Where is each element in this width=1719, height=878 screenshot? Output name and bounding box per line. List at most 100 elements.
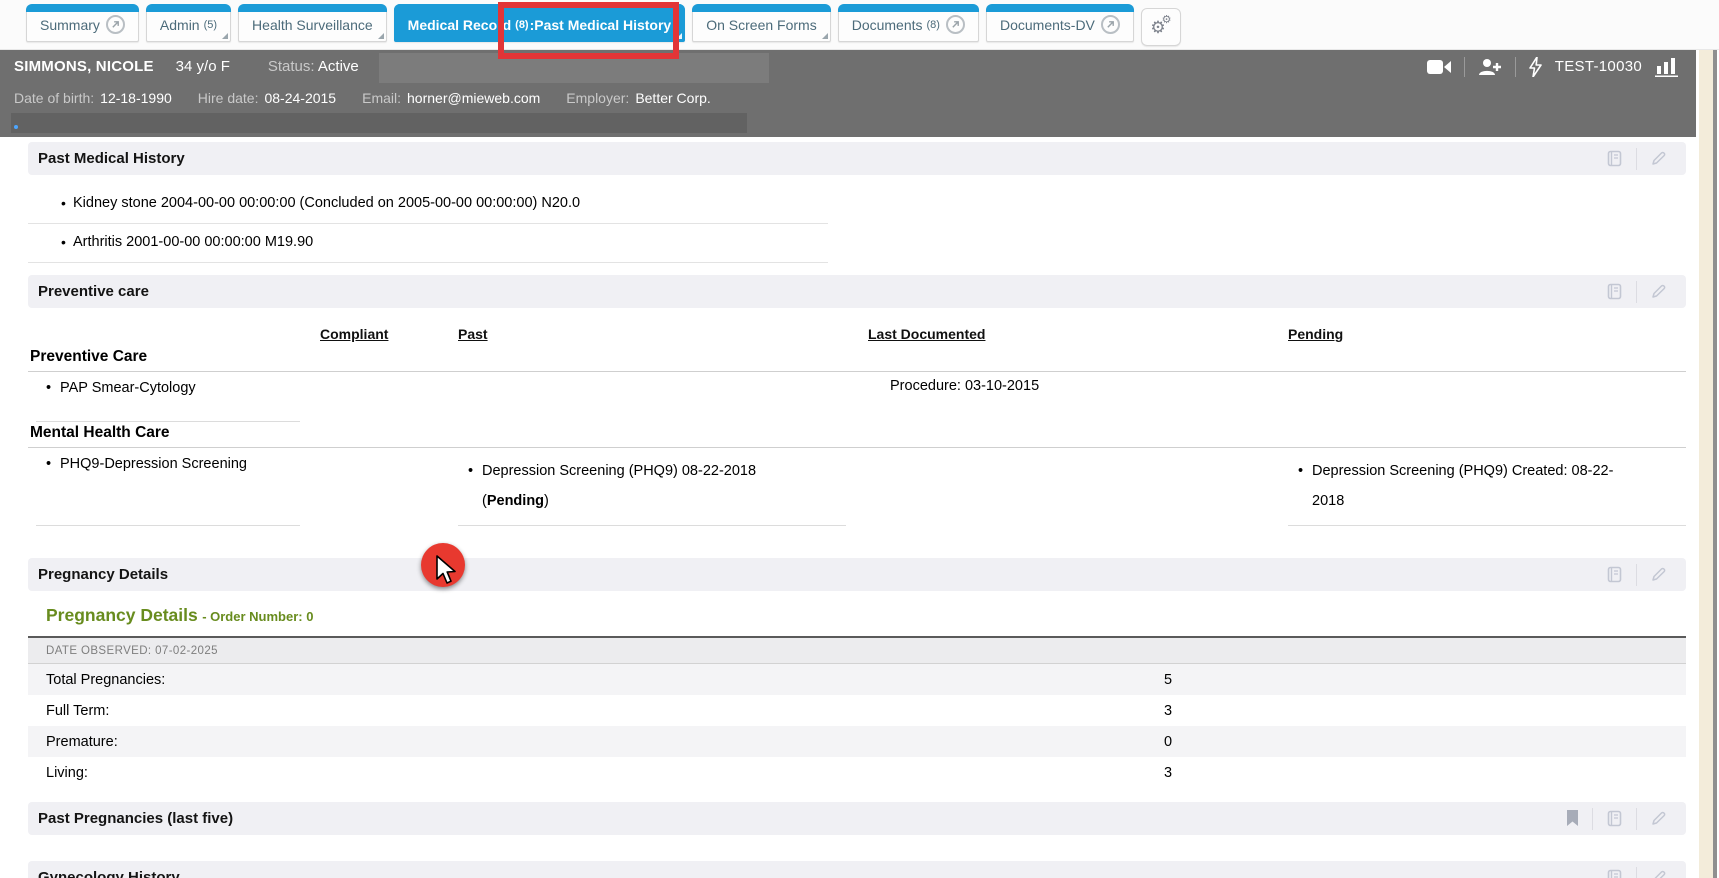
pc-item-phq9: PHQ9-Depression Screening [36, 456, 300, 526]
pc-cell-pending: Depression Screening (PHQ9) Created: 08-… [1288, 456, 1686, 526]
column-header-pending: Pending [1288, 326, 1686, 346]
section-title: Past Pregnancies (last five) [38, 810, 233, 827]
row-label: Premature: [46, 734, 1164, 750]
column-header-item [28, 326, 320, 346]
pmh-item: Kidney stone 2004-00-00 00:00:00 (Conclu… [28, 185, 828, 224]
pc-cell-last-documented [868, 448, 1288, 526]
status-label: Status: [268, 58, 315, 75]
pc-cell-compliant [320, 372, 458, 422]
pc-cell-past: Depression Screening (PHQ9) 08-22-2018 (… [458, 456, 846, 526]
row-value: 3 [1164, 765, 1686, 781]
scrollbar[interactable] [1696, 50, 1719, 878]
tab-medical-record-active[interactable]: Medical Record (8) :Past Medical History [394, 4, 686, 42]
tab-bar: Summary Admin (5) Health Surveillance Me… [0, 0, 1719, 50]
journal-icon[interactable] [1593, 869, 1636, 878]
mouse-pointer-icon [435, 555, 459, 587]
add-person-icon[interactable] [1478, 58, 1502, 76]
bookmark-icon[interactable] [1553, 810, 1592, 827]
tab-label: Documents-DV [1000, 17, 1095, 33]
group-preventive-care: Preventive Care [28, 346, 1686, 372]
banner-actions: TEST-10030 [1427, 57, 1705, 77]
employer-label: Employer: [566, 90, 629, 106]
pending-entry-line2: 2018 [1288, 486, 1686, 516]
pc-cell-last-documented: Procedure: 03-10-2015 [868, 372, 1288, 422]
scrollbar-track[interactable] [1699, 50, 1713, 878]
column-header-past: Past [458, 326, 868, 346]
table-row: Full Term: 3 [28, 695, 1686, 726]
banner-highlight-area [379, 53, 769, 83]
patient-age-sex: 34 y/o F [176, 58, 230, 75]
status-value: Active [318, 58, 359, 75]
preventive-care-table: Compliant Past Last Documented Pending P… [28, 326, 1686, 526]
journal-icon[interactable] [1593, 150, 1636, 167]
tab-count: (5) [204, 19, 217, 31]
pc-cell-past [458, 372, 868, 422]
edit-pencil-icon[interactable] [1637, 869, 1680, 878]
order-number: - Order Number: 0 [202, 609, 313, 624]
edit-pencil-icon[interactable] [1637, 283, 1680, 300]
email-label: Email: [362, 90, 401, 106]
journal-icon[interactable] [1593, 566, 1636, 583]
tab-label: Medical Record [408, 17, 511, 33]
patient-banner-row1: SIMMONS, NICOLE 34 y/o F Status: Active … [0, 50, 1719, 83]
settings-button[interactable]: ⚙ ⚙ [1141, 8, 1181, 46]
patient-name: SIMMONS, NICOLE [14, 58, 154, 75]
tab-count: (8) [927, 19, 940, 31]
tab-label: On Screen Forms [706, 17, 816, 33]
journal-icon[interactable] [1593, 283, 1636, 300]
row-value: 3 [1164, 703, 1686, 719]
section-title: Past Medical History [38, 150, 185, 167]
pregnancy-table: Total Pregnancies: 5 Full Term: 3 Premat… [28, 664, 1686, 788]
external-link-icon[interactable] [1101, 15, 1120, 34]
hire-date-value: 08-24-2015 [264, 90, 336, 106]
pmh-item: Arthritis 2001-00-00 00:00:00 M19.90 [28, 224, 828, 263]
group-mental-health-care: Mental Health Care [28, 422, 1686, 448]
patient-banner-row3 [0, 113, 1719, 137]
patient-status: Status: Active [268, 58, 359, 75]
dob-value: 12-18-1990 [100, 90, 172, 106]
section-past-medical-history: Past Medical History [28, 142, 1686, 175]
tab-label: Documents [852, 17, 923, 33]
column-header-last-documented: Last Documented [868, 326, 1288, 346]
mouse-cursor-highlight [421, 543, 465, 587]
section-actions [1593, 867, 1680, 878]
email-value: horner@mieweb.com [407, 90, 540, 106]
section-title: Preventive care [38, 283, 149, 300]
tab-admin[interactable]: Admin (5) [146, 4, 231, 42]
lightning-icon[interactable] [1529, 57, 1542, 77]
external-link-icon[interactable] [106, 15, 125, 34]
tab-summary[interactable]: Summary [26, 4, 139, 42]
column-header-compliant: Compliant [320, 326, 458, 346]
external-link-icon[interactable] [946, 15, 965, 34]
gear-icon: ⚙ [1162, 15, 1172, 26]
past-entry-line1: Depression Screening (PHQ9) 08-22-2018 [458, 456, 846, 486]
edit-pencil-icon[interactable] [1637, 150, 1680, 167]
bar-chart-icon[interactable] [1655, 57, 1679, 77]
section-gynecology-history: Gynecology History [28, 861, 1686, 878]
section-actions [1593, 281, 1680, 303]
divider [1515, 57, 1516, 77]
tab-on-screen-forms[interactable]: On Screen Forms [692, 4, 830, 42]
date-observed-row: DATE OBSERVED: 07-02-2025 [28, 636, 1686, 664]
employer-value: Better Corp. [635, 90, 710, 106]
patient-banner-row2: Date of birth:12-18-1990 Hire date:08-24… [0, 83, 1719, 113]
table-row: Premature: 0 [28, 726, 1686, 757]
row-label: Total Pregnancies: [46, 672, 1164, 688]
section-actions [1553, 808, 1680, 830]
pc-item-pap-smear: PAP Smear-Cytology [36, 380, 300, 422]
journal-icon[interactable] [1593, 810, 1636, 827]
pmh-list: Kidney stone 2004-00-00 00:00:00 (Conclu… [28, 185, 1686, 263]
tab-documents-dv[interactable]: Documents-DV [986, 4, 1134, 42]
edit-pencil-icon[interactable] [1637, 566, 1680, 583]
tab-documents[interactable]: Documents (8) [838, 4, 979, 42]
row-label: Living: [46, 765, 1164, 781]
video-camera-icon[interactable] [1427, 59, 1451, 75]
tab-label: Admin [160, 17, 200, 33]
tab-health-surveillance[interactable]: Health Surveillance [238, 4, 387, 42]
edit-pencil-icon[interactable] [1637, 810, 1680, 827]
pregnancy-details-heading: Pregnancy Details - Order Number: 0 [28, 591, 1686, 636]
past-entry-line2: (Pending) [458, 486, 846, 516]
dob-label: Date of birth: [14, 90, 94, 106]
section-preventive-care: Preventive care [28, 275, 1686, 308]
tab-suffix: :Past Medical History [530, 17, 672, 33]
